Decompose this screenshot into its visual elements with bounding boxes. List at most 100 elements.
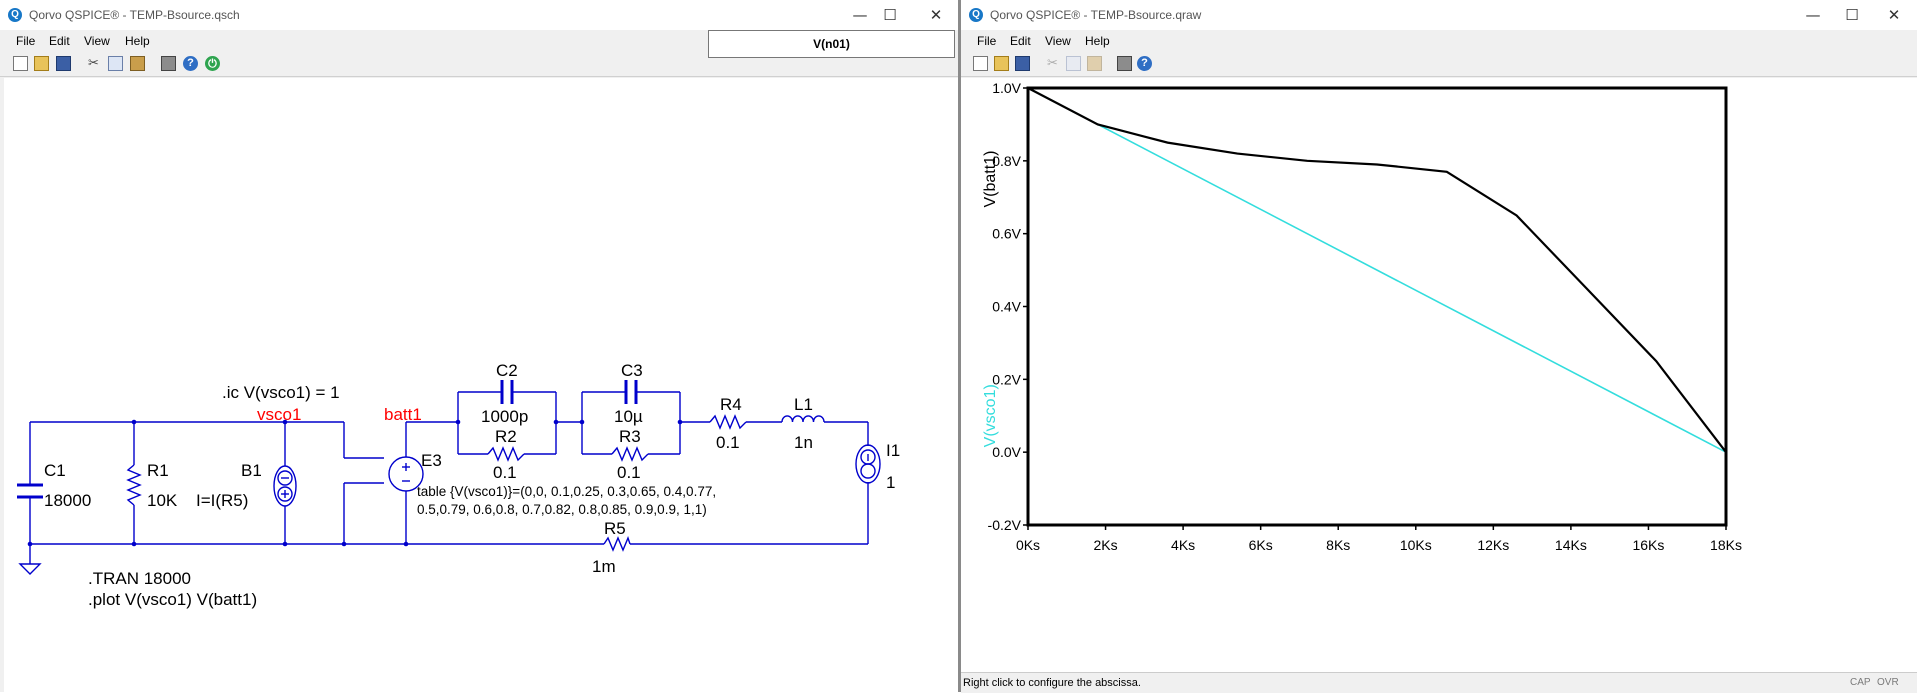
new-file-icon[interactable] <box>973 56 988 71</box>
resistor-r5-symbol[interactable] <box>603 536 631 552</box>
menu-edit[interactable]: Edit <box>1010 34 1031 48</box>
y-tick-label: 0.6V <box>992 226 1021 242</box>
maximize-button[interactable]: ☐ <box>872 3 908 27</box>
waveform-window-title: Qorvo QSPICE® - TEMP-Bsource.qraw <box>990 8 1202 22</box>
x-tick-label: 18Ks <box>1710 537 1742 553</box>
run-simulation-icon[interactable]: ⏻ <box>205 56 220 71</box>
schematic-window-title: Qorvo QSPICE® - TEMP-Bsource.qsch <box>29 8 240 22</box>
l1-value: 1n <box>794 433 813 452</box>
r1-value: 10K <box>147 491 178 510</box>
status-bar: Right click to configure the abscissa. C… <box>961 672 1917 693</box>
resistor-r2-symbol[interactable] <box>487 446 525 462</box>
x-tick-label: 10Ks <box>1400 537 1432 553</box>
open-folder-icon[interactable] <box>994 56 1009 71</box>
tran-directive[interactable]: .TRAN 18000 <box>88 569 191 588</box>
net-label-batt1[interactable]: batt1 <box>384 405 422 424</box>
waveform-titlebar[interactable]: Q Qorvo QSPICE® - TEMP-Bsource.qraw — ☐ … <box>961 0 1917 30</box>
menu-help[interactable]: Help <box>1085 34 1110 48</box>
x-tick-label: 14Ks <box>1555 537 1587 553</box>
r4-name: R4 <box>720 395 742 414</box>
c3-name: C3 <box>621 361 643 380</box>
maximize-button[interactable]: ☐ <box>1834 3 1870 27</box>
b1-value: I=I(R5) <box>196 491 248 510</box>
menu-help[interactable]: Help <box>125 34 150 48</box>
waveform-toolbar: ✂ ? <box>961 52 1917 77</box>
qspice-logo-icon: Q <box>969 8 983 22</box>
save-icon[interactable] <box>56 56 71 71</box>
series-line-vvsco1[interactable] <box>1027 87 1727 453</box>
menu-file[interactable]: File <box>16 34 35 48</box>
inductor-l1-symbol[interactable] <box>781 415 825 423</box>
schematic-window: Q Qorvo QSPICE® - TEMP-Bsource.qsch — ☐ … <box>0 0 958 692</box>
y-axis-label-vbatt1[interactable]: V(batt1) <box>982 151 999 208</box>
capacitor-c1-symbol[interactable] <box>17 483 43 499</box>
r5-name: R5 <box>604 519 626 538</box>
y-tick-label: 0.4V <box>992 299 1021 315</box>
r3-name: R3 <box>619 427 641 446</box>
capacitor-c2-symbol[interactable] <box>500 380 514 404</box>
i1-value: 1 <box>886 473 895 492</box>
plot-frame <box>1026 86 1728 527</box>
c2-name: C2 <box>496 361 518 380</box>
e3-table-line1: table {V(vsco1)}=(0,0, 0.1,0.25, 0.3,0.6… <box>417 484 716 499</box>
y-axis-label-vvsco1[interactable]: V(vsco1) <box>982 384 999 447</box>
c1-value: 18000 <box>44 491 91 510</box>
r3-value: 0.1 <box>617 463 641 482</box>
help-icon[interactable]: ? <box>183 56 198 71</box>
x-tick-label: 4Ks <box>1171 537 1195 553</box>
x-tick-label: 6Ks <box>1249 537 1273 553</box>
e3-name: E3 <box>421 451 442 470</box>
status-indicator-ovr: OVR <box>1877 677 1899 688</box>
schematic-canvas[interactable]: .ic V(vsco1) = 1 vsco1 batt1 C1 18000 R1… <box>4 78 958 692</box>
paste-icon[interactable] <box>130 56 145 71</box>
schematic-titlebar[interactable]: Q Qorvo QSPICE® - TEMP-Bsource.qsch — ☐ … <box>0 0 958 30</box>
resistor-r1-symbol[interactable] <box>126 464 142 506</box>
y-tick-label: -0.2V <box>988 517 1022 533</box>
menu-edit[interactable]: Edit <box>49 34 70 48</box>
qspice-logo-icon: Q <box>8 8 22 22</box>
b1-name: B1 <box>241 461 262 480</box>
resistor-r3-symbol[interactable] <box>611 446 649 462</box>
status-indicator-cap: CAP <box>1850 677 1871 688</box>
close-button[interactable]: ✕ <box>918 3 954 27</box>
c1-name: C1 <box>44 461 66 480</box>
cut-icon[interactable]: ✂ <box>86 56 101 71</box>
capacitor-c3-symbol[interactable] <box>624 380 638 404</box>
net-label-vsco1[interactable]: vsco1 <box>257 405 301 424</box>
r1-name: R1 <box>147 461 169 480</box>
x-tick-label: 0Ks <box>1016 537 1040 553</box>
close-button[interactable]: ✕ <box>1876 3 1912 27</box>
open-folder-icon[interactable] <box>34 56 49 71</box>
copy-icon[interactable] <box>108 56 123 71</box>
new-file-icon[interactable] <box>13 56 28 71</box>
menu-view[interactable]: View <box>1045 34 1071 48</box>
ground-symbol <box>18 563 42 575</box>
x-tick-label: 2Ks <box>1093 537 1117 553</box>
waveform-chart[interactable]: 1.0V0.8V0.6V0.4V0.2V0.0V-0.2V 0Ks 2Ks 4Ks 6… <box>961 78 1917 672</box>
print-icon[interactable] <box>161 56 176 71</box>
r5-value: 1m <box>592 557 616 576</box>
plot-directive[interactable]: .plot V(vsco1) V(batt1) <box>88 590 257 609</box>
cut-icon[interactable]: ✂ <box>1045 56 1060 71</box>
schematic-drawing: .ic V(vsco1) = 1 vsco1 batt1 C1 18000 R1… <box>17 361 900 609</box>
bsource-b1-symbol[interactable] <box>273 465 297 507</box>
minimize-button[interactable]: — <box>1795 3 1831 27</box>
resistor-r4-symbol[interactable] <box>709 414 747 430</box>
print-icon[interactable] <box>1117 56 1132 71</box>
ic-directive[interactable]: .ic V(vsco1) = 1 <box>222 383 340 402</box>
menu-file[interactable]: File <box>977 34 996 48</box>
help-icon[interactable]: ? <box>1137 56 1152 71</box>
current-source-i1-symbol[interactable] <box>855 444 881 484</box>
save-icon[interactable] <box>1015 56 1030 71</box>
schematic-toolbar: ✂ ? ⏻ <box>0 52 958 77</box>
r2-value: 0.1 <box>493 463 517 482</box>
l1-name: L1 <box>794 395 813 414</box>
waveform-window: Q Qorvo QSPICE® - TEMP-Bsource.qraw — ☐ … <box>961 0 1917 693</box>
x-tick-label: 16Ks <box>1632 537 1664 553</box>
waveform-plot-pane[interactable]: 1.0V 0.8V 0.6V 0.4V 0.2V 0.0V -0.2V 0Ks 2Ks 4Ks 6… <box>961 78 1917 672</box>
copy-icon[interactable] <box>1066 56 1081 71</box>
menu-view[interactable]: View <box>84 34 110 48</box>
waveform-menubar: File Edit View Help <box>961 30 1917 52</box>
c2-value: 1000p <box>481 407 528 426</box>
paste-icon[interactable] <box>1087 56 1102 71</box>
